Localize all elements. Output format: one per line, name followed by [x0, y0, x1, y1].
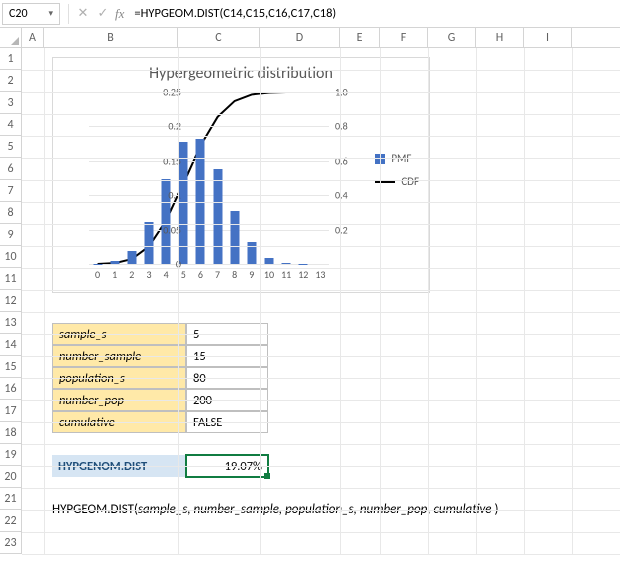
row-header-23[interactable]: 23 [0, 532, 22, 554]
col-header-H[interactable]: H [476, 28, 524, 47]
col-header-G[interactable]: G [428, 28, 476, 47]
row-header-12[interactable]: 12 [0, 290, 22, 312]
cdf-line [89, 92, 329, 264]
row-header-7[interactable]: 7 [0, 180, 22, 202]
col-header-F[interactable]: F [380, 28, 428, 47]
legend-cdf-label: CDF [401, 175, 419, 188]
col-header-I[interactable]: I [524, 28, 572, 47]
column-headers: ABCDEFGHI [0, 28, 620, 48]
row-header-3[interactable]: 3 [0, 92, 22, 114]
chevron-down-icon[interactable]: ▾ [48, 8, 53, 19]
row-header-8[interactable]: 8 [0, 202, 22, 224]
row-header-15[interactable]: 15 [0, 356, 22, 378]
row-header-2[interactable]: 2 [0, 70, 22, 92]
col-header-E[interactable]: E [340, 28, 380, 47]
bar [213, 169, 222, 264]
fx-icon[interactable]: fx [115, 6, 124, 22]
bar [265, 258, 274, 264]
row-header-22[interactable]: 22 [0, 510, 22, 532]
bar [282, 263, 291, 264]
formula-input[interactable]: =HYPGEOM.DIST(C14,C15,C16,C17,C18) [128, 3, 620, 25]
row-header-16[interactable]: 16 [0, 378, 22, 400]
select-all-corner[interactable] [0, 28, 22, 47]
col-header-B[interactable]: B [44, 28, 178, 47]
row-header-9[interactable]: 9 [0, 224, 22, 246]
name-box[interactable]: C20 ▾ [2, 3, 60, 25]
row-header-13[interactable]: 13 [0, 312, 22, 334]
spreadsheet-grid: ABCDEFGHI 123456789101112131415161718192… [0, 28, 620, 554]
row-header-6[interactable]: 6 [0, 158, 22, 180]
row-header-17[interactable]: 17 [0, 400, 22, 422]
row-header-20[interactable]: 20 [0, 466, 22, 488]
row-header-18[interactable]: 18 [0, 422, 22, 444]
cancel-formula-icon[interactable]: ✕ [73, 4, 93, 24]
col-header-D[interactable]: D [260, 28, 340, 47]
col-header-A[interactable]: A [22, 28, 44, 47]
formula-bar: C20 ▾ ✕ ✓ fx =HYPGEOM.DIST(C14,C15,C16,C… [0, 0, 620, 28]
bar [110, 261, 119, 264]
row-header-21[interactable]: 21 [0, 488, 22, 510]
col-header-C[interactable]: C [178, 28, 260, 47]
row-header-19[interactable]: 19 [0, 444, 22, 466]
cells-area[interactable]: Hypergeometric distribution PMF CDF 00.0… [22, 48, 620, 554]
row-header-10[interactable]: 10 [0, 246, 22, 268]
row-headers: 1234567891011121314151617181920212223 [0, 48, 22, 554]
bar [127, 251, 136, 264]
chart-title: Hypergeometric distribution [53, 64, 429, 83]
row-header-4[interactable]: 4 [0, 114, 22, 136]
row-header-11[interactable]: 11 [0, 268, 22, 290]
row-header-5[interactable]: 5 [0, 136, 22, 158]
bar [145, 222, 154, 264]
row-header-14[interactable]: 14 [0, 334, 22, 356]
name-box-value: C20 [9, 7, 28, 21]
row-header-1[interactable]: 1 [0, 48, 22, 70]
bar [230, 211, 239, 264]
accept-formula-icon[interactable]: ✓ [93, 4, 113, 24]
plot-area [89, 92, 329, 264]
